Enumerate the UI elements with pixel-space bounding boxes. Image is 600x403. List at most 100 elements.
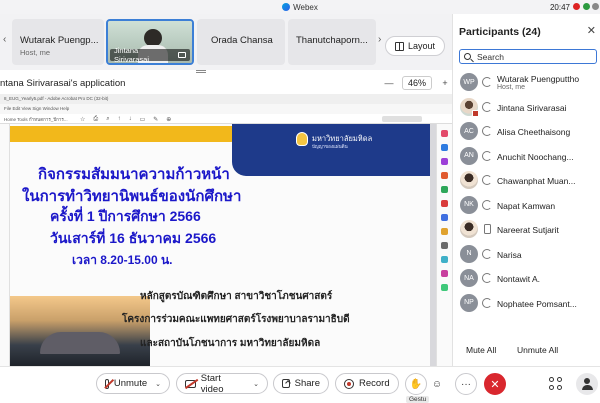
apps-icon <box>549 377 554 382</box>
chevron-down-icon[interactable]: ⌄ <box>253 380 259 388</box>
resize-handle[interactable] <box>196 70 206 73</box>
participants-title: Participants (24) <box>459 26 541 38</box>
campus-photo <box>10 296 150 366</box>
participant-row[interactable]: NK Napat Kamwan <box>453 193 600 218</box>
search-placeholder: Search <box>477 51 504 62</box>
university-seal-icon <box>296 132 308 146</box>
participant-name: Nareerat Sutjarit <box>497 225 559 235</box>
zoom-level[interactable]: 46% <box>402 76 432 90</box>
title-bar: Webex 20:47 <box>0 0 600 14</box>
tool-icon <box>441 144 448 151</box>
avatar: NA <box>460 269 478 287</box>
slide-title-line1: กิจกรรมสัมมนาความก้าวหน้า <box>38 166 230 183</box>
apps-icon <box>557 377 562 382</box>
participants-panel: Participants (24) ✕ Search WP Wutarak Pu… <box>453 14 600 366</box>
toolbar-icon: ⎙ <box>93 116 99 122</box>
chevron-down-icon[interactable]: ⌄ <box>155 380 161 388</box>
mute-all-button[interactable]: Mute All <box>466 345 496 355</box>
sync-audio-icon <box>482 77 492 87</box>
slide-body-line2: โครงการร่วมคณะแพทยศาสตร์โรงพยาบาลรามาธิบ… <box>122 314 350 325</box>
tile-name: Orada Chansa <box>211 35 273 46</box>
slide-body-line3: และสถาบันโภชนาการ มหาวิทยาลัยมหิดล <box>140 338 321 349</box>
avatar <box>460 171 478 189</box>
participant-row[interactable]: WP Wutarak Puengputtho Host, me <box>453 70 600 95</box>
end-call-button[interactable]: ✕ <box>484 373 506 395</box>
record-button[interactable]: Record <box>335 373 399 394</box>
participant-role: Host, me <box>497 84 526 91</box>
strip-prev-icon[interactable]: ‹ <box>3 34 6 45</box>
participant-row[interactable]: N Narisa <box>453 242 600 267</box>
participant-row[interactable]: AC Alisa Cheethaisong <box>453 119 600 144</box>
slide-yellow-band <box>10 126 240 142</box>
share-button[interactable]: Share <box>273 373 329 394</box>
participant-name: Anuchit Noochang... <box>497 151 574 162</box>
video-tile-orada[interactable]: Orada Chansa <box>197 19 285 65</box>
layout-button[interactable]: Layout <box>385 36 445 56</box>
participant-name: Narisa <box>497 249 522 260</box>
strip-next-icon[interactable]: › <box>378 34 381 45</box>
tool-icon <box>441 242 448 249</box>
sync-audio-icon <box>482 150 492 161</box>
participant-row[interactable]: Nareerat Sutjarit <box>453 217 600 242</box>
slide-date: วันเสาร์ที่ 16 ธันวาคม 2566 <box>50 230 217 246</box>
tool-icon <box>441 130 448 137</box>
participant-row[interactable]: NA Nontawit A. <box>453 266 600 291</box>
campus-building <box>40 332 120 354</box>
participant-row[interactable]: AN Anuchit Noochang... <box>453 144 600 169</box>
zoom-in-button[interactable]: + <box>438 78 452 88</box>
zoom-control: — 46% + <box>382 76 452 90</box>
avatar <box>460 220 478 238</box>
end-call-icon: ✕ <box>490 378 500 391</box>
slide-time: เวลา 8.20-15.00 น. <box>72 253 173 267</box>
tile-name: Jintana Sirivarasai <box>114 46 150 64</box>
video-strip: ‹ Wutarak Puengp... Host, me Jintana Sir… <box>0 14 452 70</box>
smile-icon: ☺ <box>431 378 443 390</box>
close-panel-icon[interactable]: ✕ <box>587 24 596 37</box>
share-label: Share <box>294 378 320 389</box>
share-screen-icon <box>282 379 290 388</box>
participant-search-input[interactable]: Search <box>459 49 597 64</box>
avatar: NK <box>460 195 478 214</box>
tile-caption: Jintana Sirivarasai <box>110 46 190 64</box>
participant-name: Wutarak Puengputtho <box>497 74 580 84</box>
slide-body-line1: หลักสูตรบัณฑิตศึกษา สาขาวิชาโภชนศาสตร์ <box>140 291 333 302</box>
toolbar-icon: ↓ <box>128 116 132 122</box>
toolbar-icon: ⊕ <box>166 117 172 123</box>
layout-label: Layout <box>407 41 436 51</box>
record-indicator-icon <box>573 3 580 10</box>
reactions-button[interactable]: ✋ <box>405 373 427 395</box>
meeting-controls: Unmute ⌄ Start video ⌄ Share Record ✋ ☺ … <box>0 366 600 403</box>
tool-icon <box>441 158 448 165</box>
zoom-out-button[interactable]: — <box>382 78 396 88</box>
toolbar-icon: ⌕ <box>106 116 110 122</box>
participant-row[interactable]: Chawanphat Muan... <box>453 168 600 193</box>
tool-icon <box>441 228 448 235</box>
reactions-face-button[interactable]: ☺ <box>429 373 445 395</box>
participant-name: Nontawit A. <box>497 274 540 284</box>
avatar: WP <box>460 73 478 91</box>
unmute-button[interactable]: Unmute ⌄ <box>96 373 170 394</box>
video-tile-host[interactable]: Wutarak Puengp... Host, me <box>12 19 104 65</box>
tool-icon <box>441 186 448 193</box>
participant-name: Napat Kamwan <box>497 200 556 211</box>
unmute-all-button[interactable]: Unmute All <box>517 345 558 355</box>
tile-name: Thanutchaporn... <box>296 35 368 46</box>
participants-toggle-button[interactable] <box>576 373 598 395</box>
sync-audio-icon <box>482 273 492 283</box>
apps-button[interactable] <box>549 377 563 391</box>
participant-row[interactable]: Jintana Sirivarasai <box>453 95 600 120</box>
shared-menubar: File Edit View Sign Window Help <box>0 104 452 114</box>
start-video-button[interactable]: Start video ⌄ <box>176 373 268 395</box>
more-options-button[interactable]: ··· <box>455 373 477 395</box>
tool-icon <box>441 270 448 277</box>
avatar: AC <box>460 122 478 140</box>
video-tile-active-speaker[interactable]: Jintana Sirivarasai <box>106 19 194 65</box>
participant-row[interactable]: NP Nophatee Pomsant... <box>453 291 600 316</box>
toolbar-icon: ✎ <box>153 117 159 123</box>
participant-name: Jintana Sirivarasai <box>497 102 567 113</box>
record-label: Record <box>359 378 390 389</box>
apps-icon <box>557 385 562 390</box>
sync-audio-icon <box>482 248 492 259</box>
participant-name: Chawanphat Muan... <box>497 176 576 186</box>
video-tile-thanutchaporn[interactable]: Thanutchaporn... <box>288 19 376 65</box>
